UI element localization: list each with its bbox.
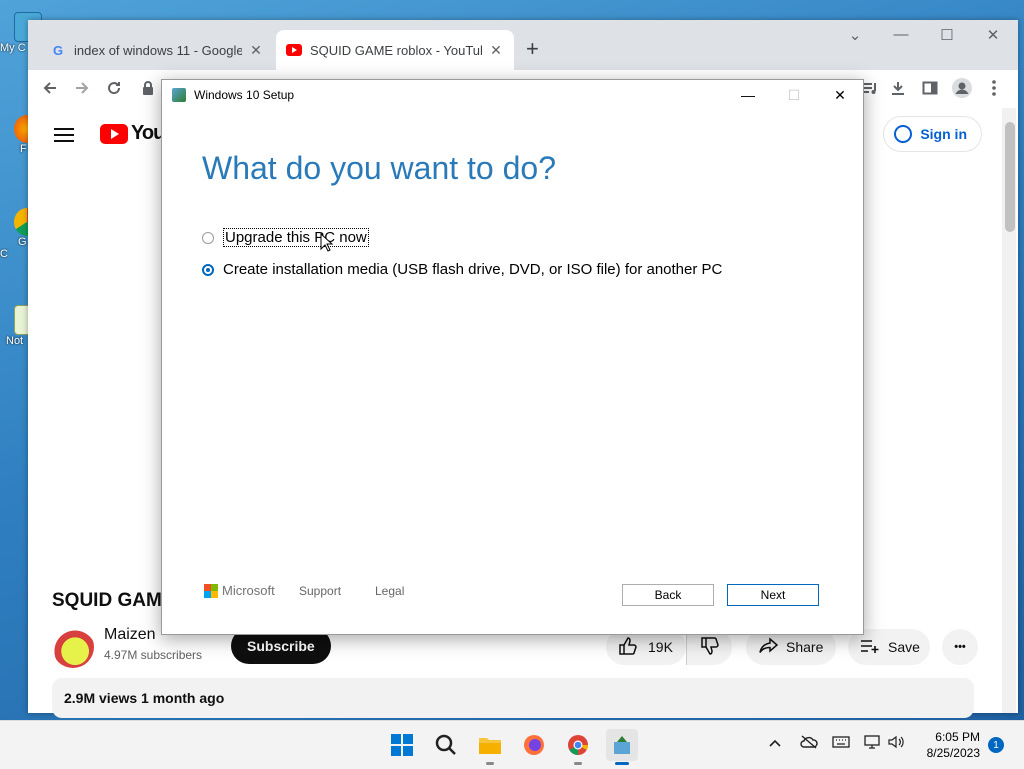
sign-in-button[interactable]: Sign in (883, 116, 982, 152)
media-creation-tool-icon[interactable] (606, 729, 638, 765)
radio-create-media[interactable] (202, 263, 214, 276)
system-clock[interactable]: 6:05 PM 8/25/2023 (927, 729, 980, 761)
firefox-icon[interactable] (518, 729, 550, 761)
option-upgrade-pc[interactable]: Upgrade this PC now (202, 228, 369, 247)
tab-search-icon[interactable]: ⌄ (835, 26, 875, 44)
running-indicator (615, 762, 629, 765)
chrome-icon[interactable] (562, 729, 594, 765)
microsoft-logo: Microsoft (204, 583, 275, 598)
tab-google-search[interactable]: G index of windows 11 - Google Se ✕ (40, 30, 274, 70)
clock-time: 6:05 PM (935, 730, 980, 744)
channel-avatar[interactable] (52, 626, 94, 668)
dialog-maximize-button: ☐ (787, 86, 801, 103)
close-window-button[interactable]: ✕ (973, 26, 1013, 44)
thumbs-down-icon (700, 636, 720, 659)
legal-link[interactable]: Legal (375, 584, 404, 598)
dialog-title: Windows 10 Setup (194, 88, 295, 102)
like-count: 19K (648, 639, 673, 655)
dialog-title-bar[interactable]: Windows 10 Setup — ☐ ✕ (162, 80, 863, 110)
option-label: Create installation media (USB flash dri… (223, 261, 723, 278)
dialog-close-button[interactable]: ✕ (817, 80, 863, 110)
download-icon[interactable] (882, 72, 914, 104)
profile-icon[interactable] (946, 72, 978, 104)
cloud-offline-icon[interactable] (800, 735, 818, 752)
tab-close-icon[interactable]: ✕ (488, 42, 504, 59)
google-icon: G (52, 42, 64, 58)
running-indicator (486, 762, 494, 765)
volume-icon[interactable] (888, 735, 904, 752)
subscriber-count: 4.97M subscribers (104, 648, 203, 662)
side-panel-icon[interactable] (914, 72, 946, 104)
reload-icon[interactable] (98, 72, 130, 104)
youtube-icon (286, 42, 302, 58)
desktop-icon-my-computer[interactable]: My C (0, 12, 42, 54)
tab-close-icon[interactable]: ✕ (248, 42, 264, 59)
microsoft-brand-text: Microsoft (222, 583, 275, 598)
back-button[interactable]: Back (622, 584, 714, 606)
radio-upgrade[interactable] (202, 231, 214, 244)
mouse-cursor-icon (320, 232, 334, 258)
tab-youtube[interactable]: SQUID GAME roblox - YouTube ✕ (276, 30, 514, 70)
desktop-icon-label: G C (0, 236, 27, 260)
clock-date: 8/25/2023 (926, 746, 980, 760)
thumbs-up-icon (618, 636, 638, 659)
save-label: Save (888, 639, 920, 655)
windows-setup-dialog: Windows 10 Setup — ☐ ✕ What do you want … (161, 79, 864, 635)
desktop-icon-label: My C (0, 42, 26, 54)
share-label: Share (786, 639, 824, 655)
hamburger-menu-icon[interactable] (54, 124, 74, 146)
more-actions-button[interactable]: ••• (942, 629, 978, 665)
support-link[interactable]: Support (299, 584, 341, 598)
new-tab-button[interactable]: + (526, 36, 539, 62)
dialog-heading: What do you want to do? (202, 150, 556, 186)
maximize-button[interactable]: ☐ (927, 26, 967, 44)
file-explorer-icon[interactable] (474, 729, 506, 765)
notification-badge[interactable]: 1 (988, 737, 1004, 753)
option-create-media[interactable]: Create installation media (USB flash dri… (202, 261, 722, 278)
option-label: Upgrade this PC now (223, 228, 369, 247)
back-arrow-icon[interactable] (34, 72, 66, 104)
youtube-icon (100, 123, 128, 144)
desktop-icon-chrome[interactable]: G C (0, 208, 40, 260)
tab-label: SQUID GAME roblox - YouTube (310, 42, 482, 58)
scrollbar-thumb[interactable] (1005, 122, 1015, 232)
network-icon[interactable] (864, 735, 882, 752)
forward-arrow-icon[interactable] (66, 72, 98, 104)
tab-label: index of windows 11 - Google Se (74, 42, 242, 58)
tab-strip: G index of windows 11 - Google Se ✕ SQUI… (28, 20, 1018, 70)
keyboard-icon[interactable] (832, 735, 850, 751)
microsoft-icon (204, 583, 218, 598)
share-icon (758, 636, 779, 658)
user-circle-icon (894, 125, 913, 143)
next-button[interactable]: Next (727, 584, 819, 606)
kebab-menu-icon[interactable] (978, 72, 1010, 104)
add-to-playlist-icon (860, 638, 880, 657)
running-indicator (574, 762, 582, 765)
setup-app-icon (172, 88, 186, 102)
chevron-up-icon[interactable] (768, 735, 782, 751)
desktop-icon-label: F (20, 143, 27, 155)
minimize-button[interactable]: — (881, 26, 921, 43)
search-icon[interactable] (430, 729, 462, 761)
desktop-icon-label: Not (6, 335, 24, 347)
video-description-meta[interactable]: 2.9M views 1 month ago (52, 678, 974, 718)
windows-start-icon[interactable] (386, 729, 418, 761)
video-title: SQUID GAME (52, 590, 175, 611)
desktop-icon-notepad[interactable]: Not (0, 305, 42, 347)
lock-icon[interactable] (132, 72, 164, 104)
desktop-icon-firefox[interactable]: F (0, 115, 40, 155)
dialog-minimize-button[interactable]: — (725, 80, 771, 110)
page-scrollbar[interactable] (1002, 108, 1016, 713)
channel-name[interactable]: Maizen (104, 626, 156, 644)
taskbar: 6:05 PM 8/25/2023 1 (0, 720, 1024, 769)
sign-in-label: Sign in (920, 126, 967, 142)
